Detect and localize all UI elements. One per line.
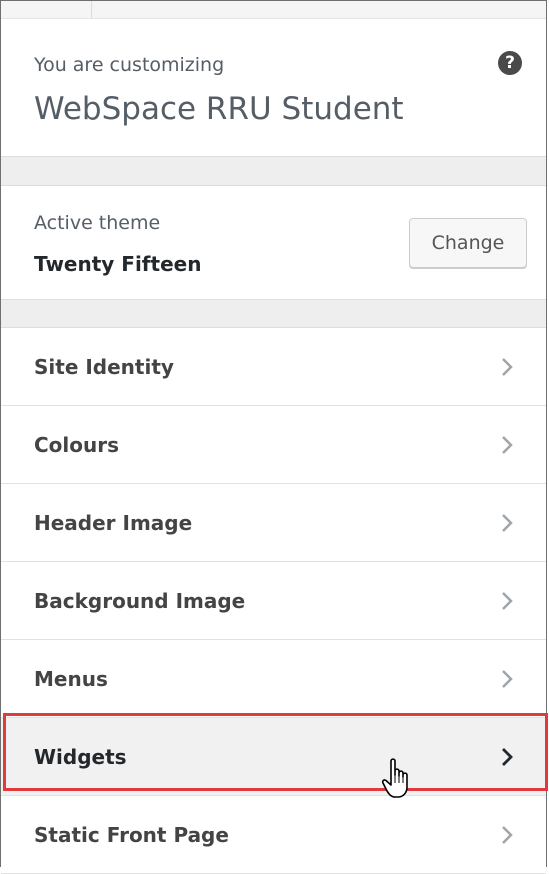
site-title: WebSpace RRU Student — [34, 91, 404, 127]
customizing-label: You are customizing — [34, 54, 225, 76]
chevron-right-icon — [502, 826, 513, 844]
chevron-right-icon — [502, 436, 513, 454]
section-label: Background Image — [34, 589, 246, 613]
chevron-right-icon — [502, 748, 513, 766]
chevron-right-icon — [502, 358, 513, 376]
change-theme-button[interactable]: Change — [409, 218, 527, 268]
section-label: Menus — [34, 667, 108, 691]
section-label: Static Front Page — [34, 823, 229, 847]
section-widgets[interactable]: Widgets — [1, 718, 546, 796]
active-theme-section: Active theme Twenty Fifteen Change — [1, 185, 546, 300]
section-label: Site Identity — [34, 355, 174, 379]
active-theme-name: Twenty Fifteen — [34, 252, 202, 276]
customizer-panel: You are customizing WebSpace RRU Student… — [0, 0, 548, 874]
active-theme-label: Active theme — [34, 212, 161, 234]
section-menus[interactable]: Menus — [1, 640, 546, 718]
section-label: Widgets — [34, 745, 127, 769]
chevron-right-icon — [502, 514, 513, 532]
section-header-image[interactable]: Header Image — [1, 484, 546, 562]
section-site-identity[interactable]: Site Identity — [1, 328, 546, 406]
customizer-info-section: You are customizing WebSpace RRU Student… — [1, 18, 546, 157]
section-background-image[interactable]: Background Image — [1, 562, 546, 640]
help-icon[interactable]: ? — [498, 51, 522, 75]
chevron-right-icon — [502, 592, 513, 610]
section-label: Colours — [34, 433, 120, 457]
section-colours[interactable]: Colours — [1, 406, 546, 484]
top-tab-strip — [1, 1, 546, 18]
section-label: Header Image — [34, 511, 193, 535]
section-static-front-page[interactable]: Static Front Page — [1, 796, 546, 874]
chevron-right-icon — [502, 670, 513, 688]
tab-divider — [91, 1, 92, 18]
customizer-section-list: Site Identity Colours Header Image Backg… — [1, 327, 546, 874]
